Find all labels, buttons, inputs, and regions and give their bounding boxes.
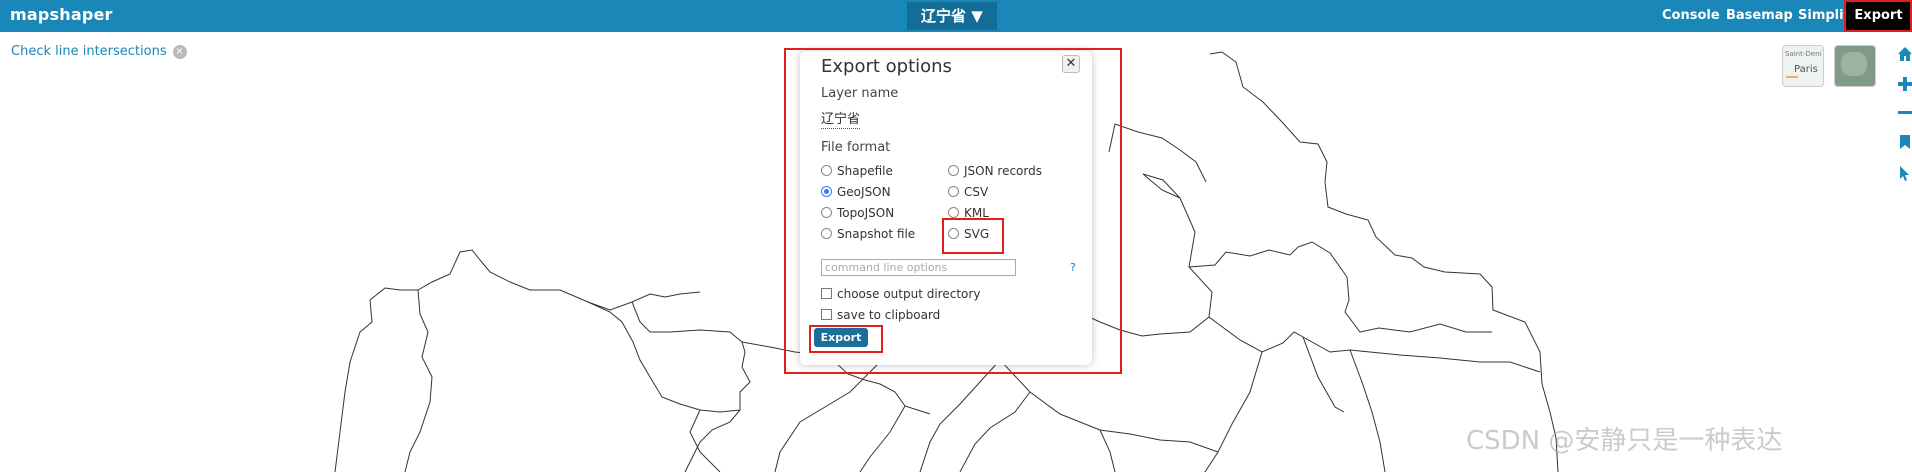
choose-output-directory-option[interactable]: choose output directory bbox=[821, 287, 980, 301]
watermark-text: CSDN @安静只是一种表达 bbox=[1466, 426, 1783, 456]
help-link[interactable]: ? bbox=[1070, 261, 1076, 274]
layer-name-label: Layer name bbox=[821, 86, 899, 101]
radio-snapshot[interactable] bbox=[821, 228, 832, 239]
zoom-in-icon[interactable] bbox=[1896, 75, 1912, 93]
format-option-snapshot[interactable]: Snapshot file bbox=[821, 227, 915, 241]
file-format-label: File format bbox=[821, 140, 891, 155]
save-to-clipboard-option[interactable]: save to clipboard bbox=[821, 308, 940, 322]
export-button[interactable]: Export bbox=[1845, 0, 1912, 32]
format-label-svg: SVG bbox=[964, 227, 990, 241]
pointer-icon[interactable] bbox=[1896, 164, 1912, 182]
choose-dir-label: choose output directory bbox=[837, 287, 981, 301]
layer-name-field[interactable]: 辽宁省 bbox=[821, 108, 861, 129]
basemap-thumb-street[interactable]: Saint-Deni Paris bbox=[1782, 45, 1824, 87]
check-intersections-label: Check line intersections bbox=[11, 44, 167, 59]
layer-menu-button[interactable]: 辽宁省 ▼ bbox=[907, 2, 997, 30]
close-circle-icon[interactable]: × bbox=[172, 44, 187, 59]
clipboard-label: save to clipboard bbox=[837, 308, 941, 322]
checkbox-choose-dir[interactable] bbox=[821, 288, 832, 299]
format-label-json-records: JSON records bbox=[964, 164, 1042, 178]
format-label-topojson: TopoJSON bbox=[837, 206, 895, 220]
dialog-title: Export options bbox=[821, 56, 952, 77]
format-label-kml: KML bbox=[964, 206, 989, 220]
app-logo: mapshaper bbox=[10, 5, 113, 24]
console-button[interactable]: Console bbox=[1662, 0, 1720, 32]
format-option-topojson[interactable]: TopoJSON bbox=[821, 206, 894, 220]
radio-kml[interactable] bbox=[948, 207, 959, 218]
format-option-shapefile[interactable]: Shapefile bbox=[821, 164, 893, 178]
basemap-button[interactable]: Basemap bbox=[1726, 0, 1793, 32]
format-option-json-records[interactable]: JSON records bbox=[948, 164, 1042, 178]
basemap-label-paris: Paris bbox=[1794, 64, 1818, 75]
format-label-shapefile: Shapefile bbox=[837, 164, 893, 178]
export-options-dialog: Export options ✕ Layer name 辽宁省 File for… bbox=[800, 51, 1092, 365]
format-label-csv: CSV bbox=[964, 185, 989, 199]
road-mark bbox=[1786, 76, 1798, 78]
zoom-out-icon[interactable] bbox=[1896, 104, 1912, 122]
bookmark-icon[interactable] bbox=[1896, 133, 1912, 151]
radio-geojson[interactable] bbox=[821, 186, 832, 197]
basemap-thumb-satellite[interactable] bbox=[1834, 45, 1876, 87]
radio-svg[interactable] bbox=[948, 228, 959, 239]
format-option-svg[interactable]: SVG bbox=[948, 227, 989, 241]
top-bar: mapshaper 辽宁省 ▼ Console Basemap Simplify… bbox=[0, 0, 1912, 32]
checkbox-clipboard[interactable] bbox=[821, 309, 832, 320]
radio-json-records[interactable] bbox=[948, 165, 959, 176]
format-option-kml[interactable]: KML bbox=[948, 206, 989, 220]
format-option-geojson[interactable]: GeoJSON bbox=[821, 185, 891, 199]
satellite-texture bbox=[1841, 52, 1867, 76]
format-label-geojson: GeoJSON bbox=[837, 185, 891, 199]
check-intersections-link[interactable]: Check line intersections × bbox=[11, 44, 187, 59]
radio-csv[interactable] bbox=[948, 186, 959, 197]
radio-shapefile[interactable] bbox=[821, 165, 832, 176]
radio-topojson[interactable] bbox=[821, 207, 832, 218]
format-label-snapshot: Snapshot file bbox=[837, 227, 916, 241]
basemap-label-saint-denis: Saint-Deni bbox=[1785, 50, 1822, 58]
close-icon[interactable]: ✕ bbox=[1062, 55, 1080, 73]
command-line-options-input[interactable] bbox=[821, 259, 1016, 276]
home-icon[interactable] bbox=[1896, 45, 1912, 63]
format-option-csv[interactable]: CSV bbox=[948, 185, 988, 199]
dialog-export-button[interactable]: Export bbox=[814, 328, 868, 347]
